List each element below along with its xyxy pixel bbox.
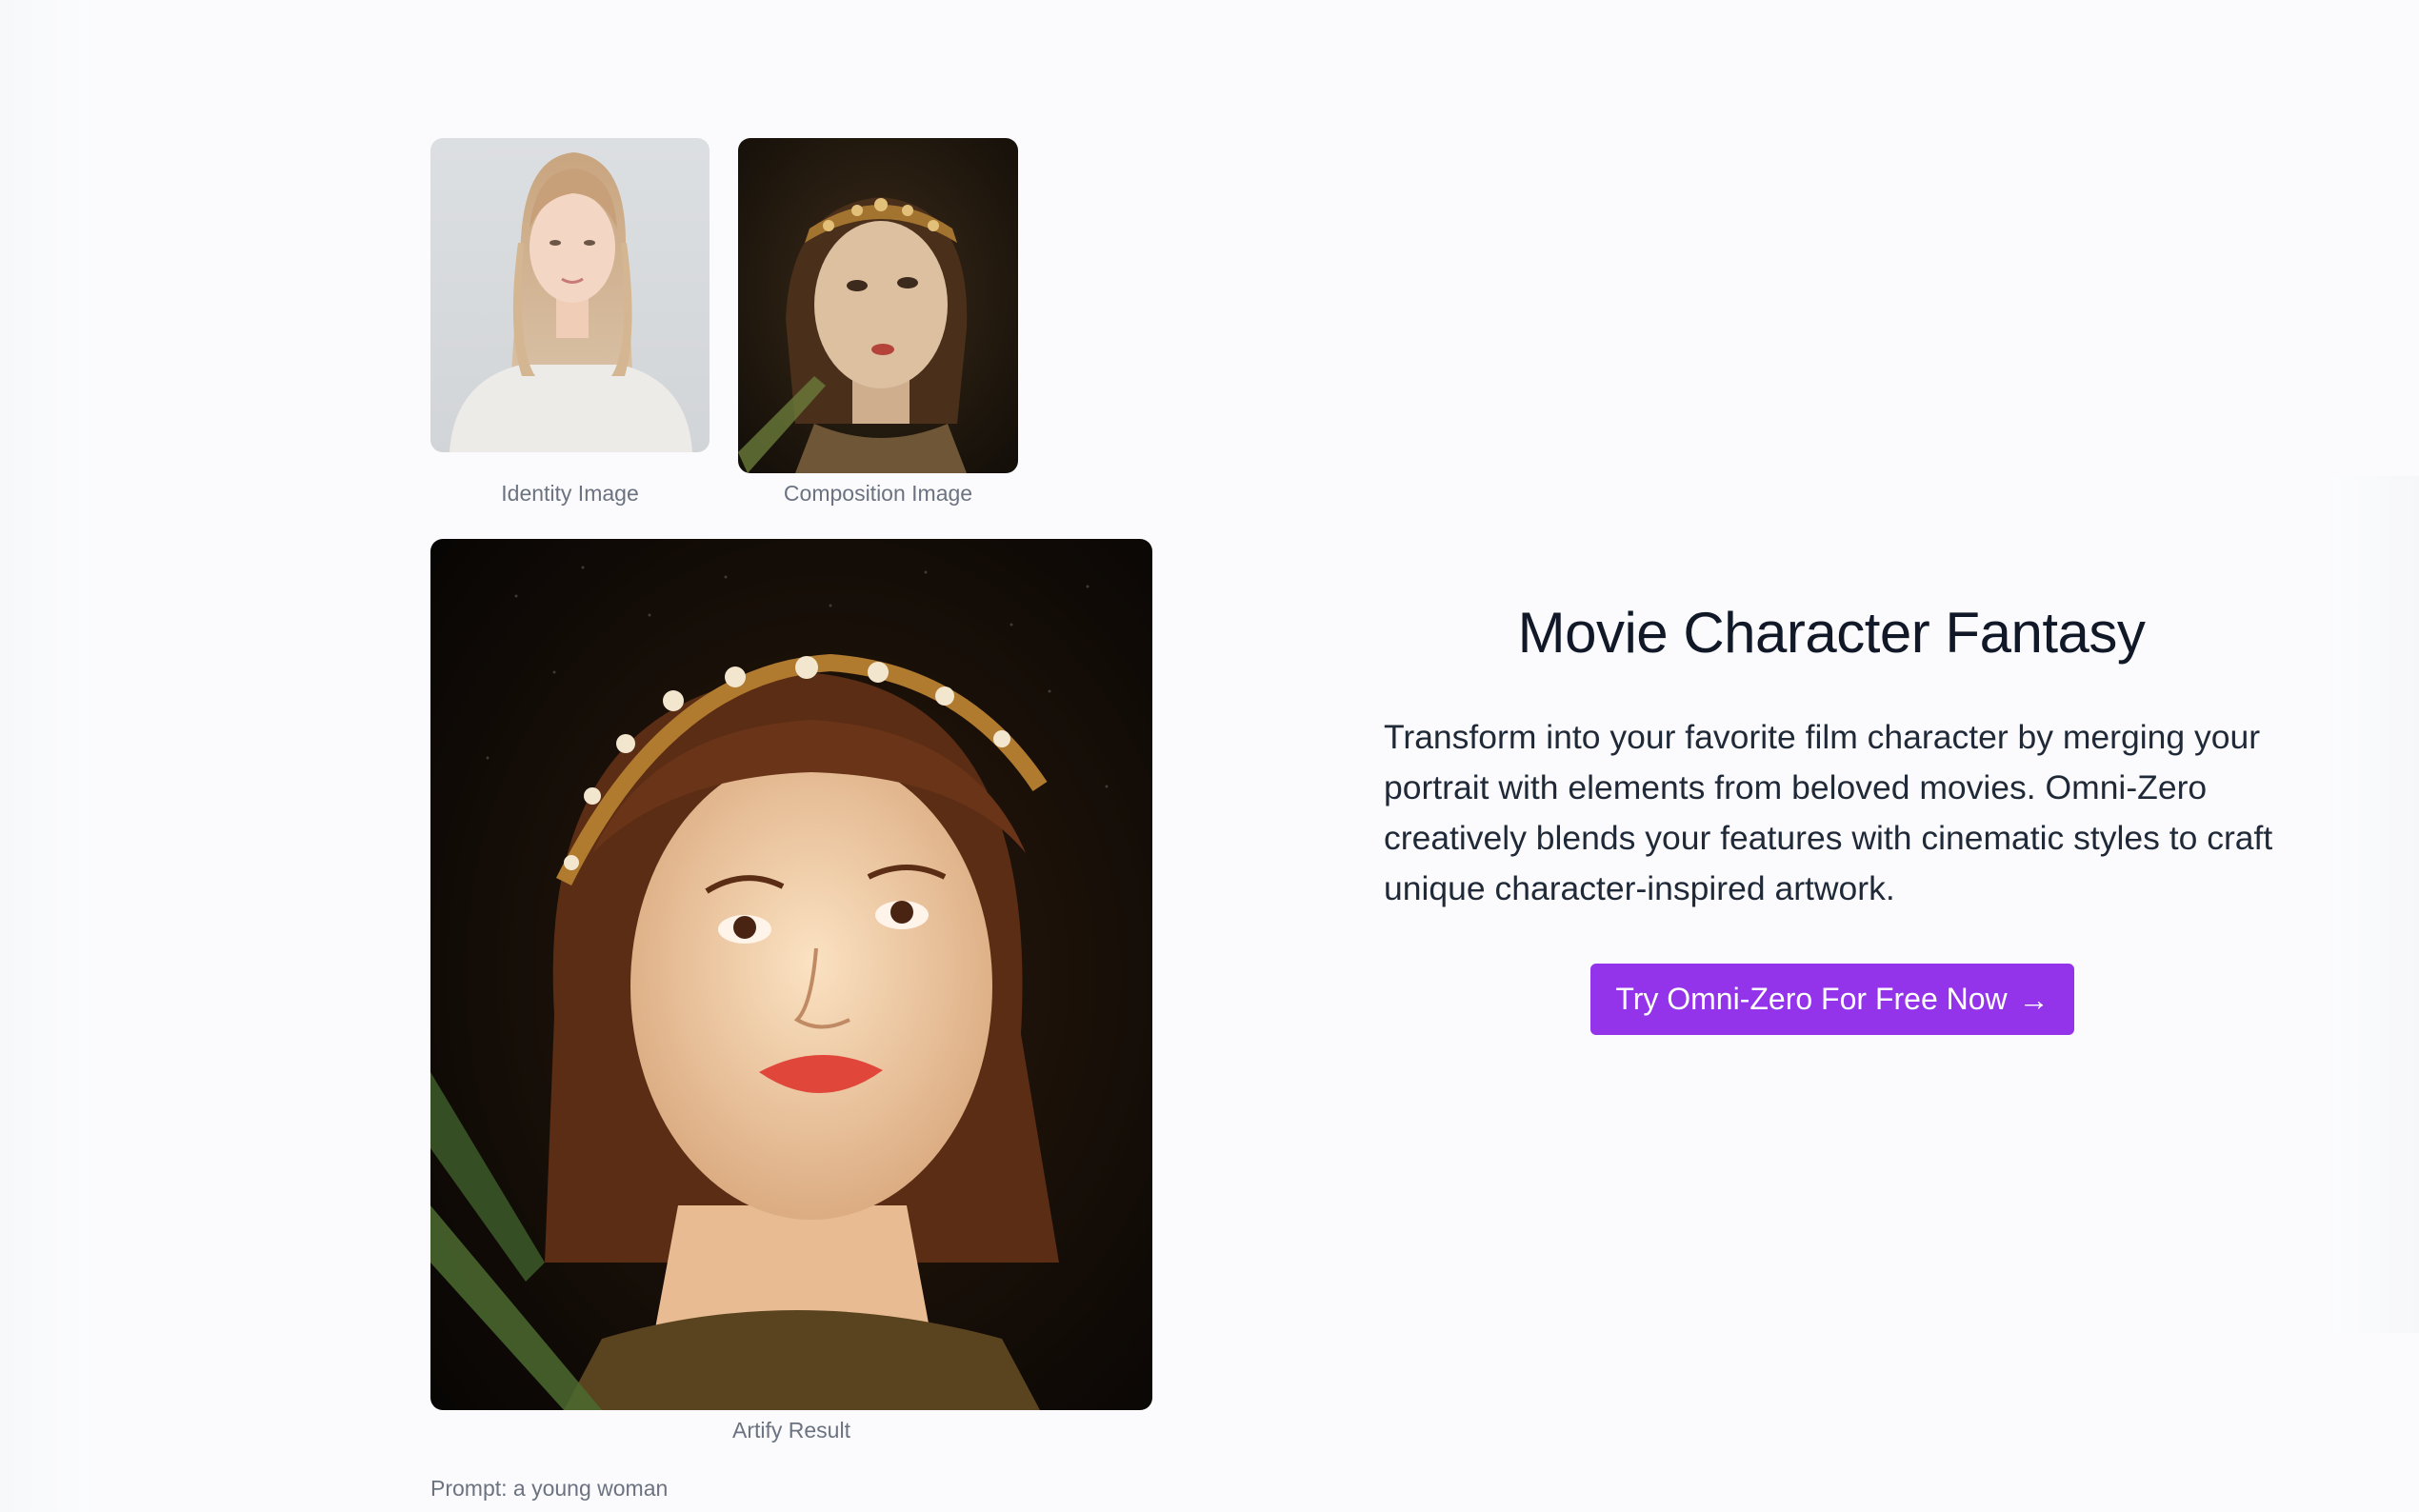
feature-title: Movie Character Fantasy bbox=[1517, 601, 2146, 665]
page: Identity Image Composition Image Artify … bbox=[0, 0, 2419, 1512]
artify-result-caption: Artify Result bbox=[732, 1418, 850, 1442]
cta-label: Try Omni-Zero For Free Now bbox=[1615, 982, 2008, 1016]
right-gutter bbox=[2333, 476, 2419, 1333]
composition-image bbox=[738, 138, 1018, 473]
feature-description: Transform into your favorite film charac… bbox=[1384, 718, 2273, 907]
identity-image-caption: Identity Image bbox=[501, 481, 639, 506]
artify-result-image bbox=[430, 539, 1152, 1410]
left-gutter bbox=[0, 0, 90, 1512]
arrow-right-icon: → bbox=[2018, 982, 2049, 1017]
prompt-text: Prompt: a young woman bbox=[430, 1476, 669, 1501]
try-omni-zero-button[interactable]: Try Omni-Zero For Free Now → bbox=[1590, 964, 2074, 1035]
composition-image-caption: Composition Image bbox=[783, 481, 973, 506]
identity-image bbox=[430, 138, 710, 452]
